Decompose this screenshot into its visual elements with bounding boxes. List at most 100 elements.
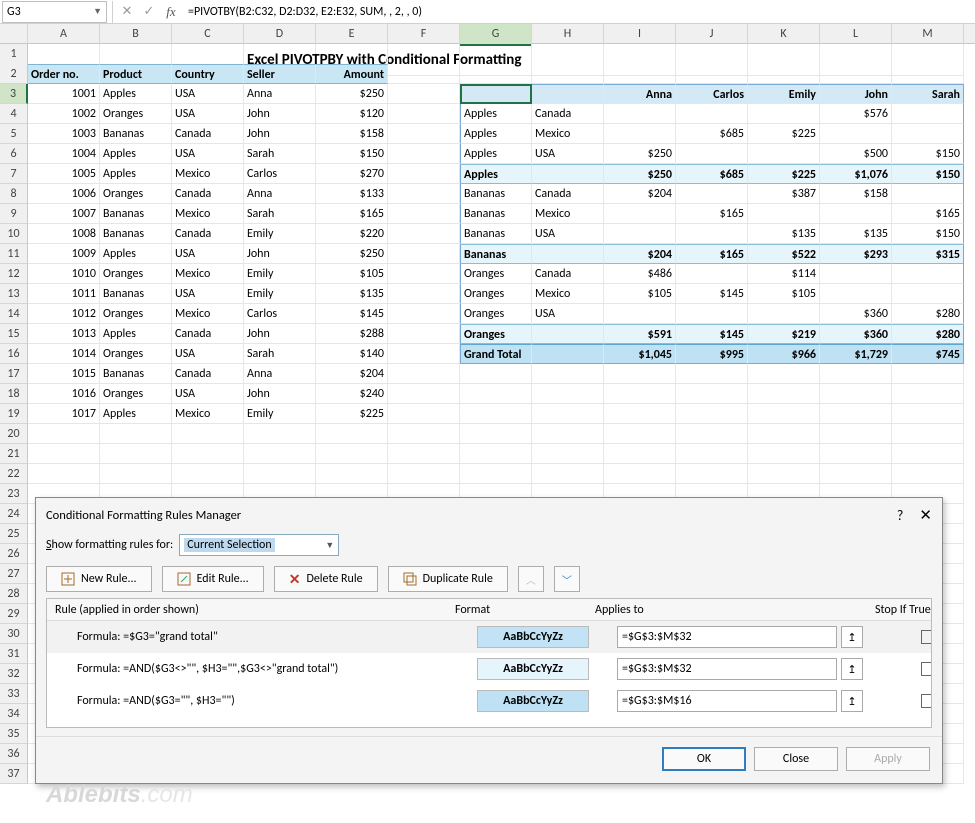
accept-icon[interactable]: ✓ [138,1,160,23]
cell[interactable]: $591 [604,324,676,344]
cell[interactable] [676,364,748,384]
cell[interactable]: $576 [820,104,892,124]
cell[interactable]: 1017 [28,404,100,424]
row-header[interactable]: 19 [0,404,28,424]
cell[interactable]: Apples [460,104,532,124]
row-header[interactable]: 14 [0,304,28,324]
cell[interactable] [388,444,460,464]
cell[interactable]: Canada [532,184,604,204]
cell[interactable]: Emily [244,284,316,304]
row-header[interactable]: 36 [0,744,28,764]
cell[interactable] [604,104,676,124]
cell[interactable]: Oranges [100,184,172,204]
cell[interactable] [388,264,460,284]
rules-for-select[interactable]: Current Selection ▼ [179,534,339,556]
cell[interactable] [892,444,964,464]
cell[interactable] [676,384,748,404]
cell[interactable] [460,444,532,464]
row-header[interactable]: 25 [0,524,28,544]
cell[interactable] [892,264,964,284]
cell[interactable]: $966 [748,344,820,364]
cell[interactable]: $225 [748,164,820,184]
cell[interactable] [604,464,676,484]
column-header[interactable]: D [244,24,316,46]
cell[interactable]: 1010 [28,264,100,284]
cell[interactable]: Order no. [28,64,100,84]
cell[interactable]: $250 [604,144,676,164]
cell[interactable] [820,204,892,224]
cell[interactable] [604,124,676,144]
cell[interactable] [748,204,820,224]
cell[interactable]: Anna [244,84,316,104]
cell[interactable] [748,64,820,84]
cell[interactable] [388,464,460,484]
cell[interactable] [892,364,964,384]
cell[interactable]: USA [532,144,604,164]
cell[interactable] [388,344,460,364]
fx-icon[interactable]: fx [160,1,182,23]
row-header[interactable]: 33 [0,684,28,704]
cell[interactable]: Carlos [676,84,748,104]
cell[interactable] [748,144,820,164]
cell[interactable] [244,444,316,464]
cell[interactable]: $114 [748,264,820,284]
cell[interactable]: Carlos [244,304,316,324]
stop-if-true-checkbox[interactable] [921,630,932,644]
rule-row[interactable]: Formula: =$G3="grand total"AaBbCcYyZz=$G… [47,621,931,653]
row-header[interactable]: 30 [0,624,28,644]
cell[interactable]: Sarah [892,84,964,104]
row-header[interactable]: 32 [0,664,28,684]
cell[interactable]: $486 [604,264,676,284]
cell[interactable]: $204 [604,244,676,264]
cell[interactable] [100,444,172,464]
cell[interactable] [892,184,964,204]
column-header[interactable]: G [460,24,532,46]
cell[interactable]: Bananas [460,224,532,244]
cell[interactable]: USA [532,304,604,324]
cell[interactable]: Bananas [100,124,172,144]
cell[interactable] [388,64,460,84]
cell[interactable]: Apples [100,164,172,184]
cell[interactable]: $145 [676,324,748,344]
cell[interactable] [892,284,964,304]
cell[interactable]: Oranges [100,104,172,124]
cell[interactable] [820,464,892,484]
row-header[interactable]: 9 [0,204,28,224]
row-header[interactable]: 13 [0,284,28,304]
cell[interactable] [388,404,460,424]
cell[interactable] [820,444,892,464]
row-header[interactable]: 31 [0,644,28,664]
cell[interactable] [892,404,964,424]
cell[interactable]: Country [172,64,244,84]
row-header[interactable]: 37 [0,764,28,784]
cell[interactable]: USA [172,284,244,304]
row-header[interactable]: 17 [0,364,28,384]
cell[interactable]: $288 [316,324,388,344]
cell[interactable] [820,424,892,444]
cell[interactable] [892,424,964,444]
cell[interactable]: $270 [316,164,388,184]
cell[interactable]: Anna [244,184,316,204]
cell[interactable]: USA [532,224,604,244]
cell[interactable] [532,464,604,484]
cell[interactable] [604,64,676,84]
column-header[interactable]: B [100,24,172,46]
cell[interactable] [172,424,244,444]
cell[interactable]: $165 [676,244,748,264]
cell[interactable]: Bananas [460,244,532,264]
rule-row[interactable]: Formula: =AND($G3="", $H3="")AaBbCcYyZz=… [47,685,931,717]
cell[interactable] [892,104,964,124]
column-header[interactable]: I [604,24,676,46]
cell[interactable] [892,124,964,144]
cell[interactable] [748,384,820,404]
row-header[interactable]: 28 [0,584,28,604]
row-header[interactable]: 21 [0,444,28,464]
cell[interactable] [892,464,964,484]
name-box[interactable]: G3 ▼ [2,1,107,23]
cell[interactable] [460,364,532,384]
cell[interactable]: 1006 [28,184,100,204]
cell[interactable]: John [244,324,316,344]
cell[interactable]: Product [100,64,172,84]
column-header[interactable]: L [820,24,892,46]
cell[interactable] [388,84,460,104]
